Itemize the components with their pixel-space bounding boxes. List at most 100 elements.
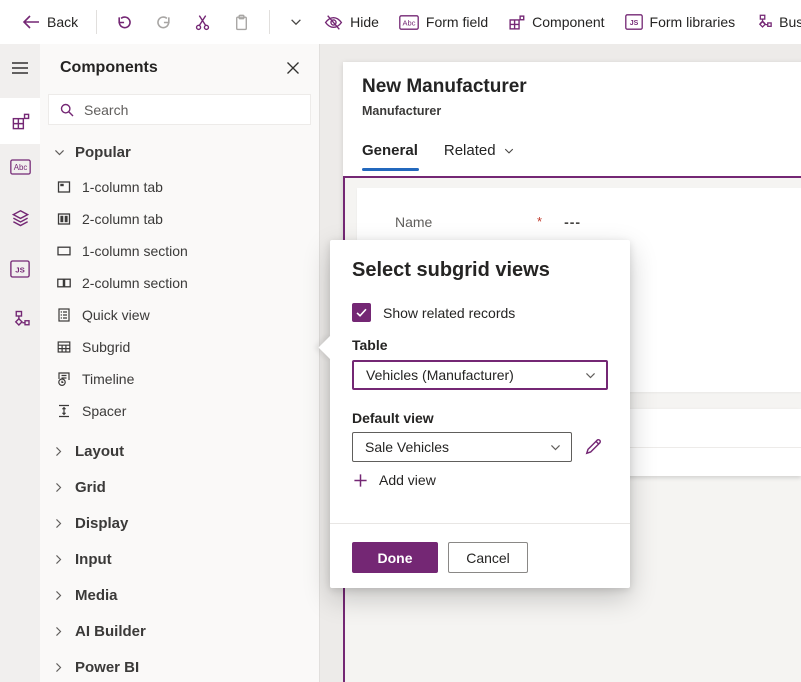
group-label: Input (75, 551, 112, 568)
group-power-bi[interactable]: Power BI (40, 649, 319, 682)
hamburger-menu-button[interactable] (0, 44, 40, 92)
component-item-label: Subgrid (82, 339, 130, 355)
component-item-1-column-section[interactable]: 1-column section (40, 235, 319, 267)
dialog-footer-divider (330, 523, 630, 524)
redo-button[interactable] (155, 14, 172, 31)
pencil-icon (584, 436, 604, 456)
undo-button[interactable] (116, 14, 133, 31)
group-label: Grid (75, 479, 106, 496)
form-field-abc-icon: Abc (399, 15, 419, 30)
undo-icon (116, 14, 133, 31)
show-related-records-row[interactable]: Show related records (352, 303, 515, 322)
chevron-down-icon (584, 369, 597, 382)
record-title: New Manufacturer (362, 76, 527, 98)
tab-related[interactable]: Related (444, 142, 515, 159)
rail-form-libraries-tab[interactable]: JS (0, 246, 40, 292)
paste-button[interactable] (233, 14, 250, 31)
component-item-2-column-section[interactable]: 2-column section (40, 267, 319, 299)
business-rule-icon (10, 310, 30, 330)
subgrid-icon (56, 339, 72, 355)
rail-business-rules-tab[interactable] (0, 297, 40, 343)
tab-general[interactable]: General (362, 142, 418, 159)
toolbar-divider (269, 10, 270, 34)
show-related-records-checkbox[interactable] (352, 303, 371, 322)
paste-icon (233, 14, 250, 31)
search-input[interactable] (84, 102, 284, 118)
js-icon: JS (625, 14, 643, 30)
hamburger-icon (11, 61, 29, 75)
table-dropdown-value: Vehicles (Manufacturer) (366, 367, 514, 383)
plus-icon (353, 473, 368, 488)
chevron-right-icon (52, 445, 65, 458)
svg-text:Abc: Abc (13, 163, 27, 172)
form-field-button[interactable]: Abc Form field (399, 14, 488, 30)
checkmark-icon (355, 306, 368, 319)
cut-button[interactable] (194, 14, 211, 31)
rail-form-fields-tab[interactable]: Abc (0, 144, 40, 190)
hide-button[interactable]: Hide (324, 14, 379, 31)
components-panel: Components Popular 1-column tab 2-column… (40, 44, 320, 682)
component-item-subgrid[interactable]: Subgrid (40, 331, 319, 363)
rail-components-tab[interactable] (0, 98, 40, 144)
group-media[interactable]: Media (40, 577, 319, 613)
spacer-icon (56, 403, 72, 419)
done-button[interactable]: Done (352, 542, 438, 573)
tab-label: General (362, 142, 418, 159)
group-label: Media (75, 587, 118, 604)
svg-text:JS: JS (15, 265, 25, 274)
component-item-2-column-tab[interactable]: 2-column tab (40, 203, 319, 235)
default-view-dropdown[interactable]: Sale Vehicles (352, 432, 572, 462)
show-related-records-label: Show related records (383, 305, 515, 321)
group-label: Layout (75, 443, 124, 460)
form-libraries-button[interactable]: JS Form libraries (625, 14, 736, 30)
cut-icon (194, 14, 211, 31)
popular-section-header[interactable]: Popular (40, 133, 319, 171)
more-commands-button[interactable] (289, 15, 303, 29)
component-item-label: 2-column tab (82, 211, 163, 227)
chevron-down-icon (549, 441, 562, 454)
chevron-down-icon (289, 15, 303, 29)
default-view-label: Default view (352, 410, 434, 426)
two-column-tab-icon (56, 211, 72, 227)
cancel-button[interactable]: Cancel (448, 542, 528, 573)
form-tabs: General Related (362, 142, 515, 159)
components-search[interactable] (48, 94, 311, 125)
business-rule-icon (755, 14, 772, 31)
tab-label: Related (444, 142, 496, 159)
hide-label: Hide (350, 14, 379, 30)
group-grid[interactable]: Grid (40, 469, 319, 505)
rail-tree-view-tab[interactable] (0, 195, 40, 241)
field-label: Name (395, 214, 537, 230)
panel-close-button[interactable] (281, 56, 305, 80)
edit-view-button[interactable] (584, 436, 604, 456)
back-button[interactable]: Back (22, 14, 78, 30)
component-item-timeline[interactable]: Timeline (40, 363, 319, 395)
chevron-right-icon (52, 589, 65, 602)
add-view-button[interactable]: Add view (353, 472, 436, 488)
name-field-row[interactable]: Name * --- (395, 214, 581, 230)
search-icon (59, 102, 75, 118)
component-item-quick-view[interactable]: Quick view (40, 299, 319, 331)
group-input[interactable]: Input (40, 541, 319, 577)
redo-icon (155, 14, 172, 31)
business-rule-button[interactable]: Business rule (755, 14, 801, 31)
group-layout[interactable]: Layout (40, 433, 319, 469)
back-label: Back (47, 14, 78, 30)
component-item-spacer[interactable]: Spacer (40, 395, 319, 427)
quick-view-icon (56, 307, 72, 323)
default-view-dropdown-value: Sale Vehicles (365, 439, 449, 455)
select-subgrid-views-dialog: Select subgrid views Show related record… (330, 240, 630, 588)
required-asterisk: * (537, 214, 542, 230)
component-button[interactable]: Component (508, 14, 604, 31)
toolbar-divider (96, 10, 97, 34)
svg-text:JS: JS (629, 20, 638, 27)
form-field-label: Form field (426, 14, 488, 30)
table-label: Table (352, 337, 388, 353)
group-ai-builder[interactable]: AI Builder (40, 613, 319, 649)
component-item-label: 2-column section (82, 275, 188, 291)
group-display[interactable]: Display (40, 505, 319, 541)
chevron-right-icon (52, 625, 65, 638)
component-item-1-column-tab[interactable]: 1-column tab (40, 171, 319, 203)
table-dropdown[interactable]: Vehicles (Manufacturer) (352, 360, 608, 390)
component-item-label: Spacer (82, 403, 126, 419)
